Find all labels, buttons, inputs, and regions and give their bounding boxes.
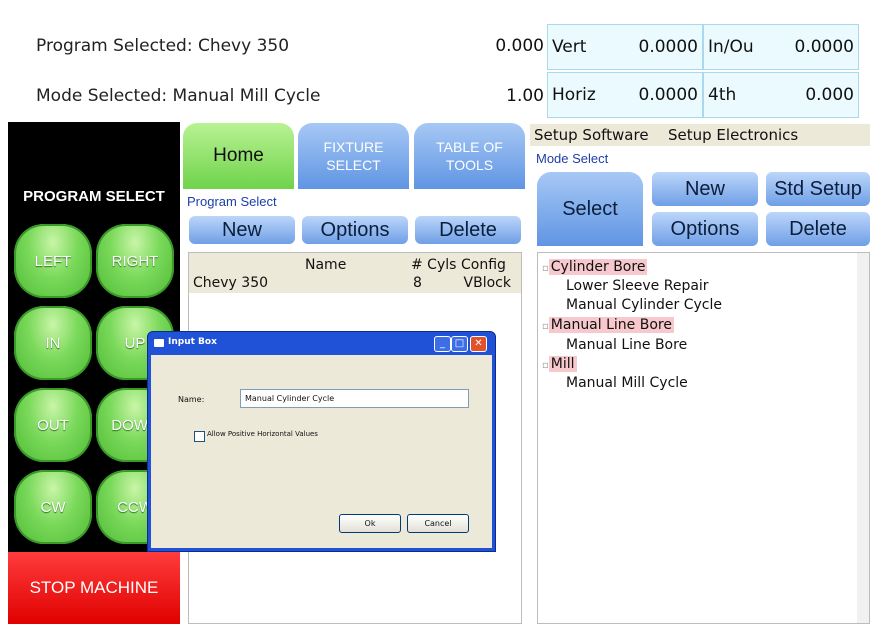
ok-button[interactable]: Ok	[339, 514, 401, 533]
status-value-1: 0.000	[495, 36, 544, 56]
mode-new-button[interactable]: New	[652, 172, 758, 206]
tree-expand-icon[interactable]: ▫	[542, 360, 549, 371]
mode-delete-button[interactable]: Delete	[766, 212, 870, 246]
tree-leaf[interactable]: Lower Sleeve Repair	[566, 278, 709, 294]
tree-node-label: Cylinder Bore	[548, 259, 648, 275]
tree-leaf[interactable]: Manual Cylinder Cycle	[566, 297, 722, 313]
tab-home[interactable]: Home	[183, 123, 294, 189]
coord-label: In/Ou	[708, 37, 754, 57]
allow-positive-checkbox[interactable]	[194, 431, 205, 442]
coord-value: 0.0000	[794, 37, 854, 57]
coord-label: Horiz	[552, 85, 596, 105]
coord-4th: 4th 0.000	[703, 72, 859, 118]
maximize-icon[interactable]: □	[451, 336, 468, 352]
tree-expand-icon[interactable]: ▫	[542, 263, 549, 274]
program-select-title: Program Select	[187, 194, 277, 209]
status-value-2: 1.00	[506, 86, 544, 106]
mode-options-button[interactable]: Options	[652, 212, 758, 246]
tree-node-mill[interactable]: ▫ Mill	[542, 356, 577, 372]
close-icon[interactable]: ✕	[470, 336, 487, 352]
coord-horiz: Horiz 0.0000	[547, 72, 703, 118]
dialog-body: Name: Manual Cylinder Cycle Allow Positi…	[151, 355, 492, 548]
tree-node-manual-line-bore[interactable]: ▫ Manual Line Bore	[542, 317, 674, 333]
column-header-name[interactable]: Name	[305, 257, 346, 273]
tree-node-cylinder-bore[interactable]: ▫ Cylinder Bore	[542, 259, 648, 275]
column-header-config[interactable]: Config	[461, 257, 506, 273]
input-box-dialog: Input Box _ □ ✕ Name: Manual Cylinder Cy…	[147, 331, 496, 552]
window-icon	[154, 339, 164, 347]
tree-node-label: Mill	[548, 356, 577, 372]
row-cyls: 8	[413, 275, 422, 291]
coord-value: 0.0000	[638, 85, 698, 105]
left-button[interactable]: LEFT	[14, 224, 92, 298]
tab-label: TABLE OF TOOLS	[436, 139, 503, 173]
coord-value: 0.000	[805, 85, 854, 105]
tree-node-label: Manual Line Bore	[548, 317, 674, 333]
coord-label: Vert	[552, 37, 587, 57]
menu-setup-software[interactable]: Setup Software	[534, 126, 649, 144]
name-label: Name:	[178, 395, 205, 404]
tab-fixture-select[interactable]: FIXTURE SELECT	[298, 123, 409, 189]
minimize-icon[interactable]: _	[434, 336, 451, 352]
column-header-cyls[interactable]: # Cyls	[411, 257, 456, 273]
coord-vert: Vert 0.0000	[547, 24, 703, 70]
mode-select-button[interactable]: Select	[537, 172, 643, 246]
setup-menu-bar: Setup Software Setup Electronics	[530, 124, 870, 146]
program-new-button[interactable]: New	[189, 216, 295, 244]
program-select-heading: PROGRAM SELECT	[23, 188, 165, 205]
coord-in-out: In/Ou 0.0000	[703, 24, 859, 70]
name-input[interactable]: Manual Cylinder Cycle	[240, 389, 469, 408]
coord-value: 0.0000	[638, 37, 698, 57]
program-options-button[interactable]: Options	[302, 216, 408, 244]
tree-expand-icon[interactable]: ▫	[542, 321, 549, 332]
tree-leaf[interactable]: Manual Mill Cycle	[566, 375, 688, 391]
tree-scrollbar[interactable]	[857, 253, 869, 623]
row-config: VBlock	[463, 275, 511, 291]
program-delete-button[interactable]: Delete	[415, 216, 521, 244]
cancel-button[interactable]: Cancel	[407, 514, 469, 533]
std-setup-button[interactable]: Std Setup	[766, 172, 870, 206]
cw-button[interactable]: CW	[14, 470, 92, 544]
mode-select-title: Mode Select	[536, 151, 609, 166]
dialog-title: Input Box	[168, 337, 217, 347]
right-button[interactable]: RIGHT	[96, 224, 174, 298]
in-button[interactable]: IN	[14, 306, 92, 380]
mode-tree: ▫ Cylinder Bore Lower Sleeve Repair Manua…	[537, 252, 870, 624]
out-button[interactable]: OUT	[14, 388, 92, 462]
table-row[interactable]: Chevy 350 8 VBlock	[189, 275, 521, 293]
checkbox-label: Allow Positive Horizontal Values	[207, 430, 318, 438]
mode-selected-label: Mode Selected: Manual Mill Cycle	[36, 86, 321, 106]
coord-label: 4th	[708, 85, 737, 105]
row-name: Chevy 350	[193, 275, 269, 291]
tab-table-of-tools[interactable]: TABLE OF TOOLS	[414, 123, 525, 189]
tab-label: FIXTURE SELECT	[323, 139, 384, 173]
tree-leaf[interactable]: Manual Line Bore	[566, 337, 687, 353]
program-selected-label: Program Selected: Chevy 350	[36, 36, 290, 56]
stop-machine-button[interactable]: STOP MACHINE	[8, 552, 180, 624]
menu-setup-electronics[interactable]: Setup Electronics	[668, 126, 798, 144]
